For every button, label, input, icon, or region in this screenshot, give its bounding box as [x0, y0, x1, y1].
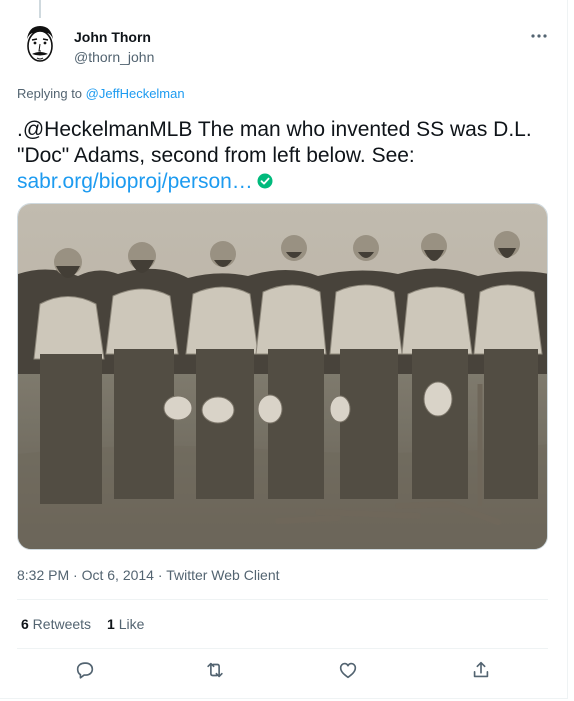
tweet-link[interactable]: sabr.org/bioproj/person…	[17, 170, 253, 193]
retweet-button[interactable]	[204, 659, 228, 683]
vintage-team-photo-image	[18, 204, 547, 549]
tweet-client[interactable]: Twitter Web Client	[166, 567, 279, 583]
tweet-actions	[0, 655, 568, 689]
tweet-photo[interactable]	[17, 203, 548, 550]
reply-button[interactable]	[74, 659, 98, 683]
author-name[interactable]: John Thorn	[74, 29, 151, 45]
share-button[interactable]	[470, 659, 494, 683]
tweet-card: John Thorn @thorn_john Replying to @Jeff…	[0, 0, 568, 699]
tweet-text-line-3: sabr.org/bioproj/person…	[17, 169, 557, 195]
check-badge-icon	[257, 173, 273, 189]
meta-separator: ·	[153, 567, 167, 583]
tweet-time[interactable]: 8:32 PM	[17, 567, 69, 583]
tweet-text-line-2: "Doc" Adams, second from left below. See…	[17, 144, 415, 167]
divider	[17, 599, 548, 600]
tweet-text-line-1: .@HeckelmanMLB The man who invented SS w…	[17, 118, 532, 141]
retweet-icon	[207, 662, 223, 678]
divider	[17, 648, 548, 649]
more-options-button[interactable]	[528, 28, 550, 44]
retweets-stat[interactable]: 6 Retweets	[21, 616, 91, 632]
tweet-date[interactable]: Oct 6, 2014	[82, 567, 154, 583]
replying-to: Replying to @JeffHeckelman	[17, 86, 185, 101]
author-handle[interactable]: @thorn_john	[74, 49, 154, 65]
replying-to-label: Replying to	[17, 86, 86, 101]
replying-to-link[interactable]: @JeffHeckelman	[86, 86, 185, 101]
more-horizontal-icon	[531, 34, 547, 38]
retweets-label: Retweets	[28, 616, 92, 632]
likes-stat[interactable]: 1 Like	[107, 616, 144, 632]
meta-separator: ·	[69, 567, 82, 583]
retweets-count: 6	[21, 616, 29, 632]
reply-icon	[76, 662, 94, 679]
likes-label: Like	[114, 616, 145, 632]
avatar[interactable]	[17, 21, 63, 67]
tweet-stats: 6 Retweets 1 Like	[21, 616, 160, 632]
like-button[interactable]	[337, 659, 361, 683]
thread-connector-line	[39, 0, 41, 18]
share-icon	[473, 661, 489, 678]
tweet-text: .@HeckelmanMLB The man who invented SS w…	[17, 117, 557, 195]
likes-count: 1	[107, 616, 115, 632]
like-icon	[339, 662, 357, 679]
tweet-meta: 8:32 PM · Oct 6, 2014 · Twitter Web Clie…	[17, 567, 280, 583]
